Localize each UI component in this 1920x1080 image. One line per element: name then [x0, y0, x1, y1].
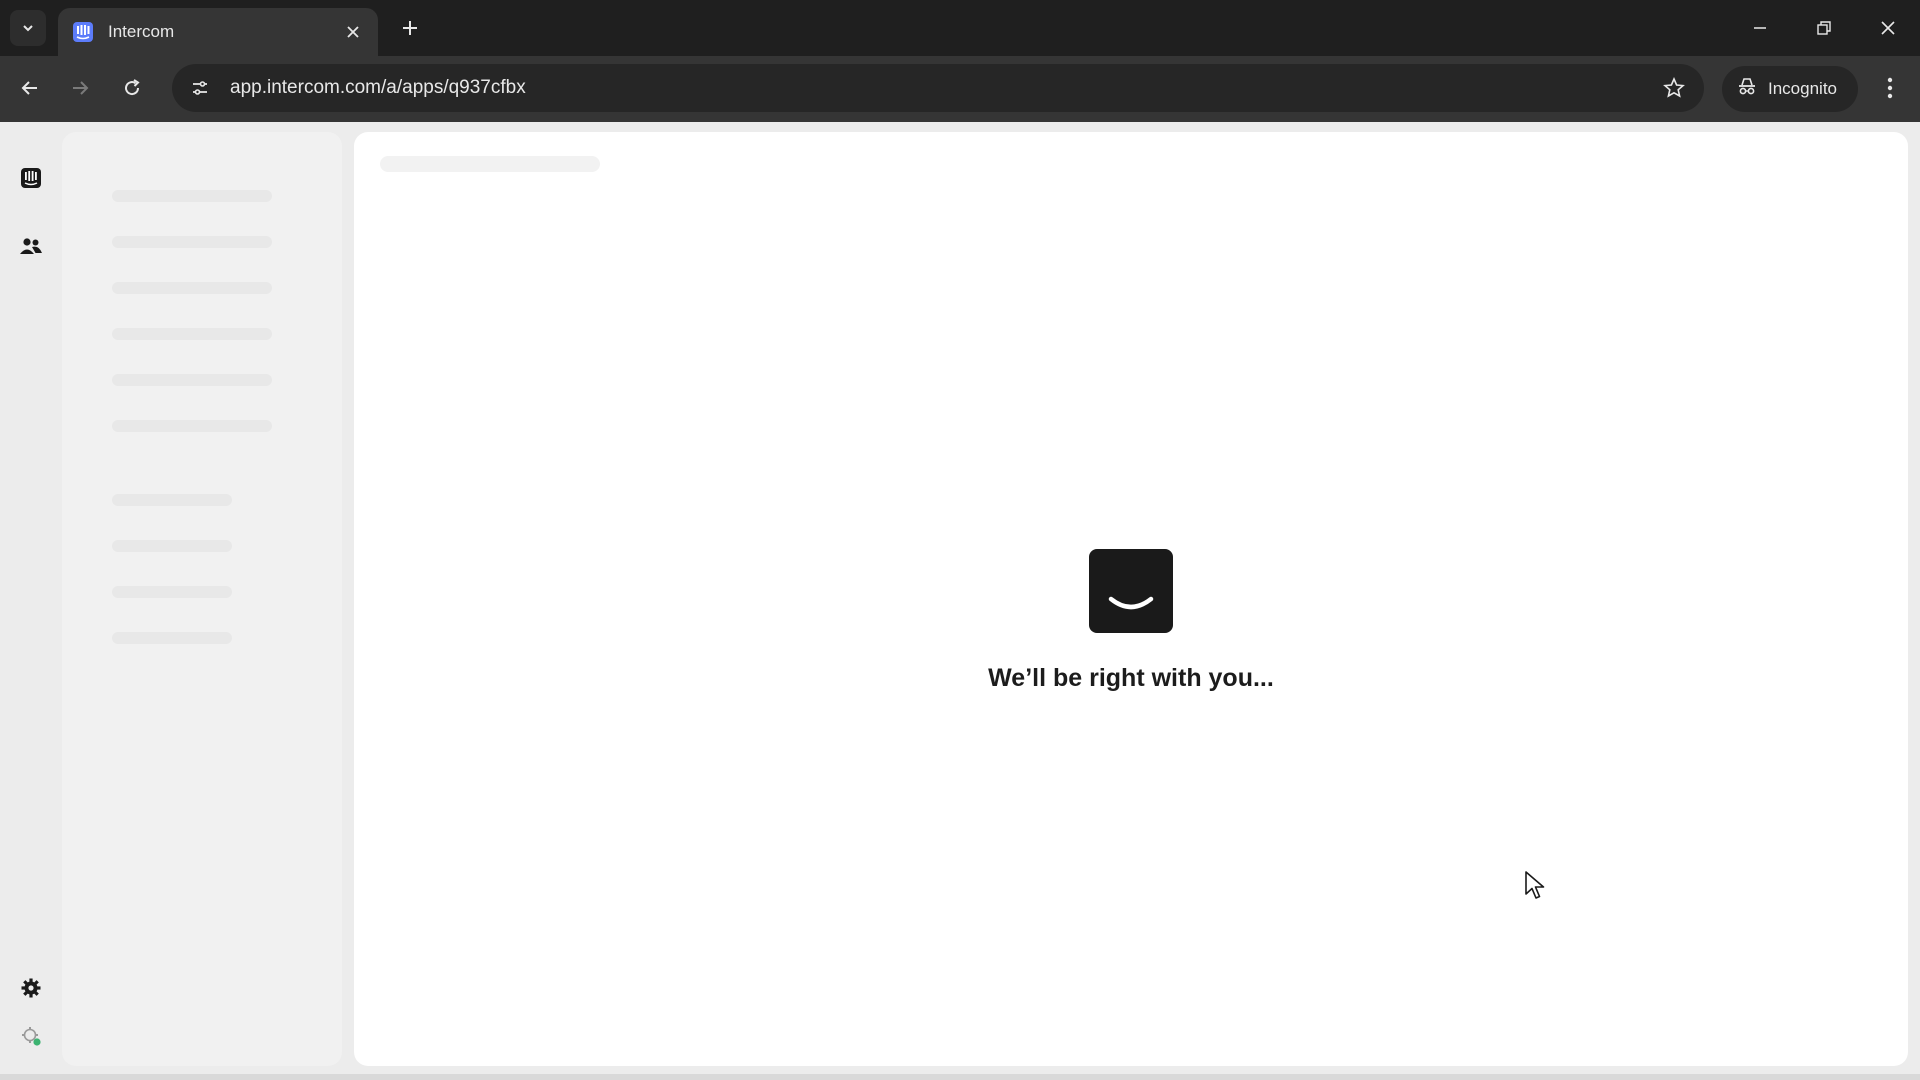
settings-icon[interactable] [15, 972, 47, 1004]
app-container: We’ll be right with you... [0, 122, 1920, 1080]
skeleton-line [112, 190, 272, 202]
incognito-badge[interactable]: Incognito [1722, 66, 1858, 112]
skeleton-line [112, 282, 272, 294]
close-icon [1881, 21, 1895, 35]
back-button[interactable] [10, 68, 50, 108]
left-nav-rail [0, 122, 62, 1080]
skeleton-line [112, 632, 232, 644]
skeleton-line [112, 420, 272, 432]
status-icon[interactable] [15, 1020, 47, 1052]
arrow-left-icon [21, 81, 37, 95]
new-tab-button[interactable] [396, 14, 424, 42]
arrow-right-icon [73, 81, 89, 95]
forward-button[interactable] [60, 68, 100, 108]
browser-tab[interactable]: Intercom [58, 8, 378, 56]
address-bar[interactable]: app.intercom.com/a/apps/q937cfbx [172, 64, 1704, 112]
restore-icon [1817, 21, 1831, 35]
skeleton-line [112, 494, 232, 506]
inbox-icon[interactable] [15, 162, 47, 194]
site-info-icon[interactable] [180, 68, 220, 108]
tab-search-button[interactable] [10, 10, 46, 46]
skeleton-line [112, 540, 232, 552]
contacts-icon[interactable] [15, 230, 47, 262]
incognito-label: Incognito [1768, 79, 1837, 98]
browser-toolbar: app.intercom.com/a/apps/q937cfbx Incogni… [0, 56, 1920, 122]
minimize-icon [1754, 27, 1766, 29]
intercom-logo-icon [1089, 549, 1173, 633]
skeleton-line [112, 586, 232, 598]
browser-menu-button[interactable] [1872, 68, 1908, 108]
mouse-cursor-icon [1525, 871, 1545, 899]
incognito-icon [1736, 76, 1758, 103]
url-text[interactable]: app.intercom.com/a/apps/q937cfbx [230, 77, 1654, 99]
loading-state: We’ll be right with you... [354, 132, 1908, 1066]
tab-close-icon[interactable] [342, 21, 364, 43]
bottom-edge [0, 1074, 1920, 1080]
close-window-button[interactable] [1868, 8, 1908, 48]
reload-icon [125, 79, 140, 96]
tab-strip: Intercom [0, 0, 1920, 56]
loading-message: We’ll be right with you... [988, 664, 1274, 692]
chevron-down-icon [23, 25, 33, 32]
skeleton-line [112, 328, 272, 340]
main-content-panel: We’ll be right with you... [354, 132, 1908, 1066]
intercom-favicon-icon [72, 21, 94, 43]
restore-button[interactable] [1804, 8, 1844, 48]
tab-title: Intercom [108, 22, 175, 41]
skeleton-line [112, 236, 272, 248]
skeleton-line [112, 374, 272, 386]
plus-icon [403, 21, 417, 35]
bookmark-star-icon[interactable] [1654, 68, 1694, 108]
reload-button[interactable] [112, 68, 152, 108]
sub-navigation-panel [62, 132, 342, 1066]
more-vertical-icon [1887, 77, 1893, 99]
minimize-button[interactable] [1740, 8, 1780, 48]
